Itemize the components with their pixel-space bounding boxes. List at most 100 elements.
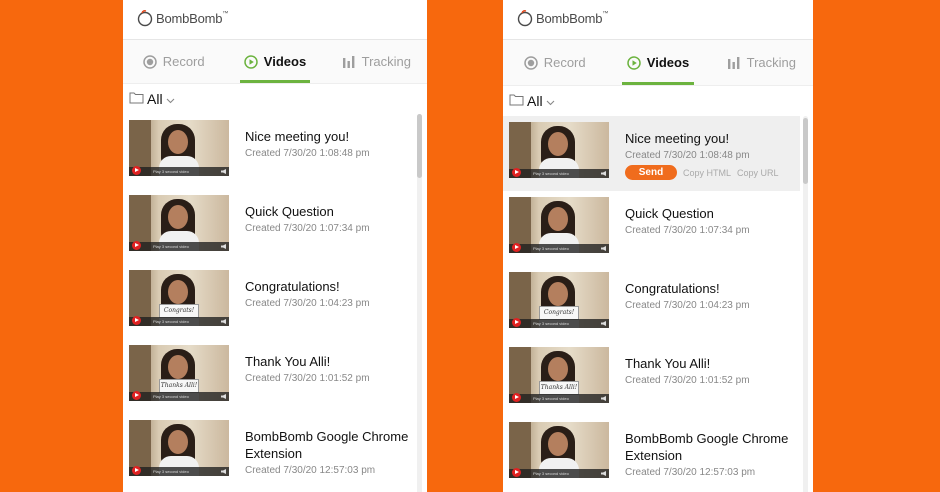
copy-html-link[interactable]: Copy HTML (683, 168, 731, 178)
record-icon (523, 55, 538, 70)
trademark: ™ (602, 10, 609, 17)
video-thumbnail[interactable]: Play 3 second video (129, 120, 229, 176)
list-item[interactable]: Play 3 second video BombBomb Google Chro… (503, 416, 813, 491)
brand-name: BombBomb (536, 10, 603, 26)
copy-url-link[interactable]: Copy URL (737, 168, 779, 178)
play-icon[interactable] (512, 468, 521, 477)
video-actions: Send Copy HTML Copy URL (625, 165, 779, 180)
video-thumbnail[interactable]: Play 3 second video (509, 197, 609, 253)
thumbnail-caption: Play 3 second video (533, 246, 569, 251)
chevron-down-icon (166, 91, 175, 107)
play-icon[interactable] (132, 166, 141, 175)
tab-tracking-label: Tracking (361, 54, 411, 69)
play-icon[interactable] (512, 318, 521, 327)
tab-tracking[interactable]: Tracking (326, 40, 427, 83)
tab-record-label: Record (162, 54, 205, 69)
thumbnail-caption: Play 3 second video (153, 169, 189, 174)
folder-filter[interactable]: All (123, 84, 427, 114)
tab-record[interactable]: Record (123, 40, 224, 83)
video-thumbnail[interactable]: Congrats! Play 3 second video (129, 270, 229, 326)
popup-header: BombBomb™ (503, 0, 813, 40)
list-item-selected[interactable]: Play 3 second video Nice meeting you! Cr… (503, 116, 800, 191)
video-list: Play 3 second video Nice meeting you! Cre… (123, 114, 427, 492)
video-title: BombBomb Google Chrome Extension (625, 431, 789, 463)
record-icon (142, 54, 157, 69)
bomb-logo-icon (136, 9, 154, 27)
thumbnail-caption: Play 3 second video (533, 171, 569, 176)
video-thumbnail[interactable]: Thanks Alli! Play 3 second video (129, 345, 229, 401)
tab-tracking-label: Tracking (746, 55, 796, 70)
bombbomb-logo: BombBomb™ (136, 9, 228, 27)
play-circle-icon (244, 54, 258, 69)
folder-icon (509, 93, 524, 109)
video-created: Created 7/30/20 1:07:34 pm (625, 225, 750, 236)
bar-chart-icon (727, 56, 741, 70)
video-thumbnail[interactable]: Thanks Alli! Play 3 second video (509, 347, 609, 403)
tab-videos[interactable]: Videos (224, 40, 325, 83)
play-icon[interactable] (132, 466, 141, 475)
video-thumbnail[interactable]: Play 3 second video (509, 122, 609, 178)
list-item[interactable]: Congrats! Play 3 second video Congratulat… (123, 264, 427, 339)
play-icon[interactable] (512, 243, 521, 252)
list-item[interactable]: Congrats! Play 3 second video Congratulat… (503, 266, 813, 341)
video-thumbnail[interactable]: Play 3 second video (129, 195, 229, 251)
tab-record-label: Record (543, 55, 586, 70)
tab-bar: Record Videos Tracking (123, 40, 427, 84)
filter-label: All (527, 93, 543, 109)
bombbomb-logo: BombBomb™ (516, 9, 608, 27)
video-title: Congratulations! (625, 281, 720, 296)
list-item[interactable]: Play 3 second video Quick Question Create… (123, 189, 427, 264)
bar-chart-icon (342, 55, 356, 69)
video-title: BombBomb Google Chrome Extension (245, 429, 409, 461)
tab-bar: Record Videos Tracking (503, 40, 813, 86)
thumbnail-sign: Thanks Alli! (159, 379, 199, 393)
list-item[interactable]: Play 3 second video Nice meeting you! Cre… (123, 114, 427, 189)
play-icon[interactable] (512, 168, 521, 177)
brand-name: BombBomb (156, 10, 223, 26)
list-item[interactable]: Play 3 second video Quick Question Create… (503, 191, 813, 266)
video-created: Created 7/30/20 12:57:03 pm (625, 467, 756, 478)
list-item[interactable]: Play 3 second video BombBomb Google Chro… (123, 414, 427, 489)
thumbnail-caption: Play 3 second video (153, 319, 189, 324)
thumbnail-caption: Play 3 second video (533, 471, 569, 476)
video-created: Created 7/30/20 12:57:03 pm (245, 465, 376, 476)
video-thumbnail[interactable]: Congrats! Play 3 second video (509, 272, 609, 328)
tab-tracking[interactable]: Tracking (710, 40, 813, 85)
play-icon[interactable] (132, 241, 141, 250)
extension-popup-hover: BombBomb™ Record Videos Tracking All Pla… (503, 0, 813, 492)
video-title: Quick Question (625, 206, 714, 221)
extension-popup-default: BombBomb™ Record Videos Tracking All Pla… (123, 0, 427, 492)
tab-videos[interactable]: Videos (606, 40, 709, 85)
thumbnail-sign: Thanks Alli! (539, 381, 579, 395)
video-list: Play 3 second video Nice meeting you! Cr… (503, 116, 813, 492)
tab-record[interactable]: Record (503, 40, 606, 85)
scrollbar-thumb[interactable] (803, 118, 808, 184)
popup-header: BombBomb™ (123, 0, 427, 40)
play-icon[interactable] (132, 316, 141, 325)
play-icon[interactable] (512, 393, 521, 402)
chevron-down-icon (546, 93, 555, 109)
video-created: Created 7/30/20 1:01:52 pm (245, 373, 370, 384)
bomb-logo-icon (516, 9, 534, 27)
play-icon[interactable] (132, 391, 141, 400)
video-title: Nice meeting you! (625, 131, 730, 146)
send-button[interactable]: Send (625, 165, 677, 180)
thumbnail-caption: Play 3 second video (533, 396, 569, 401)
folder-filter[interactable]: All (503, 86, 813, 116)
video-created: Created 7/30/20 1:04:23 pm (625, 300, 750, 311)
video-thumbnail[interactable]: Play 3 second video (509, 422, 609, 478)
video-title: Nice meeting you! (245, 129, 350, 144)
thumbnail-caption: Play 3 second video (153, 469, 189, 474)
thumbnail-caption: Play 3 second video (153, 394, 189, 399)
list-item[interactable]: Thanks Alli! Play 3 second video Thank Yo… (123, 339, 427, 414)
folder-icon (129, 91, 144, 107)
thumbnail-caption: Play 3 second video (153, 244, 189, 249)
video-created: Created 7/30/20 1:04:23 pm (245, 298, 370, 309)
list-item[interactable]: Thanks Alli! Play 3 second video Thank Yo… (503, 341, 813, 416)
video-created: Created 7/30/20 1:08:48 pm (625, 150, 750, 161)
video-created: Created 7/30/20 1:07:34 pm (245, 223, 370, 234)
video-thumbnail[interactable]: Play 3 second video (129, 420, 229, 476)
video-created: Created 7/30/20 1:08:48 pm (245, 148, 370, 159)
video-title: Thank You Alli! (245, 354, 331, 369)
trademark: ™ (222, 10, 229, 17)
